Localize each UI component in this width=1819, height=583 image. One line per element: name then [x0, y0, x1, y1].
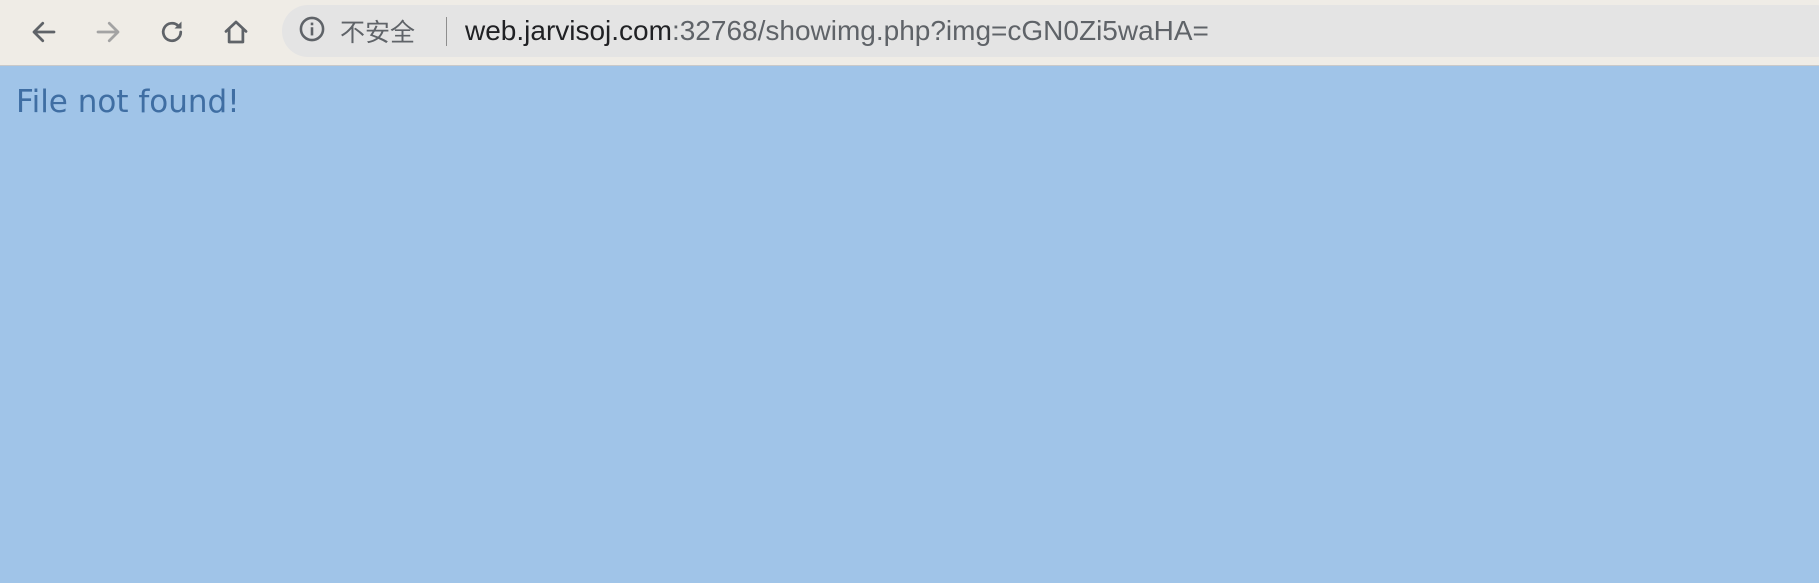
arrow-right-icon: [93, 17, 123, 47]
url-text[interactable]: web.jarvisoj.com:32768/showimg.php?img=c…: [465, 5, 1209, 57]
reload-button[interactable]: [149, 9, 195, 55]
home-icon: [221, 17, 251, 47]
security-indicator[interactable]: 不安全: [298, 5, 415, 57]
address-bar[interactable]: 不安全 web.jarvisoj.com:32768/showimg.php?i…: [282, 5, 1819, 57]
info-circle-icon: [298, 15, 326, 47]
error-message: File not found!: [16, 84, 240, 120]
back-button[interactable]: [21, 9, 67, 55]
browser-toolbar: 不安全 web.jarvisoj.com:32768/showimg.php?i…: [0, 0, 1819, 66]
forward-button[interactable]: [85, 9, 131, 55]
security-label: 不安全: [340, 18, 416, 47]
reload-icon: [157, 17, 187, 47]
url-host: web.jarvisoj.com: [465, 15, 672, 46]
arrow-left-icon: [29, 17, 59, 47]
home-button[interactable]: [213, 9, 259, 55]
page-content: File not found!: [0, 66, 1819, 583]
url-divider: [446, 17, 447, 46]
url-path: :32768/showimg.php?img=cGN0Zi5waHA=: [671, 15, 1209, 46]
